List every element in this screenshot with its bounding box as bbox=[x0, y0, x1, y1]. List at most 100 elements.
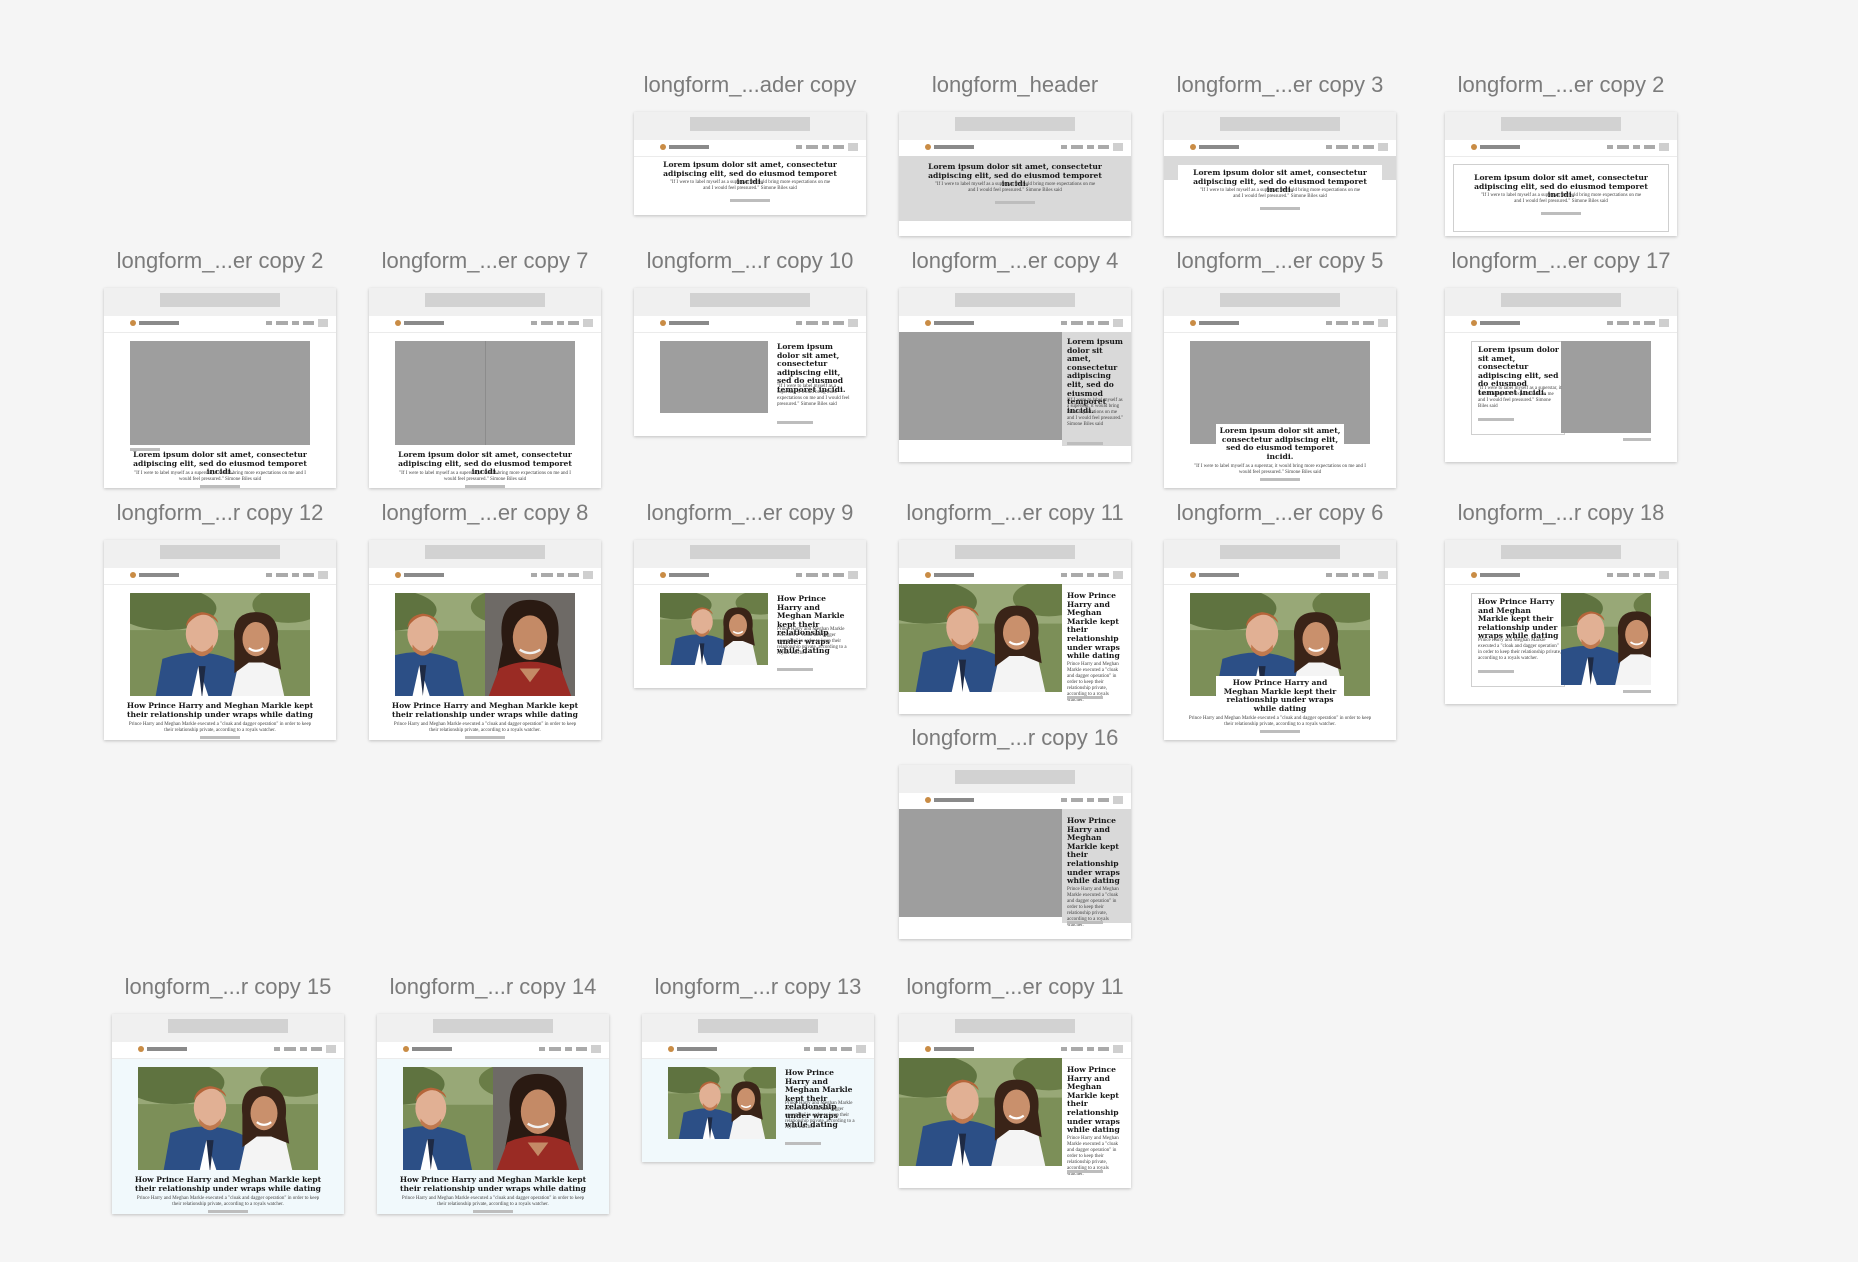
nav-links bbox=[1326, 143, 1388, 151]
site-nav bbox=[899, 568, 1131, 585]
artboard-image-full-panel[interactable]: Lorem ipsum dolor sit amet, consectetur … bbox=[899, 288, 1131, 462]
artboard-image-top-split[interactable]: How Prince Harry and Meghan Markle kept … bbox=[377, 1014, 609, 1214]
artboard-label[interactable]: longform_header bbox=[889, 70, 1141, 100]
artboard-label[interactable]: longform_...r copy 18 bbox=[1435, 498, 1687, 528]
artboard-image-top[interactable]: How Prince Harry and Meghan Markle kept … bbox=[112, 1014, 344, 1214]
hero-photo bbox=[138, 1067, 318, 1170]
artboard-label[interactable]: longform_...r copy 12 bbox=[94, 498, 346, 528]
nav-links bbox=[539, 1045, 601, 1053]
article-dek: "If I were to label myself as a supersta… bbox=[669, 180, 831, 191]
nav-links bbox=[531, 319, 593, 327]
browser-chrome bbox=[104, 540, 336, 568]
author-byline bbox=[777, 668, 813, 671]
artboard-image-top-split[interactable]: Lorem ipsum dolor sit amet, consectetur … bbox=[369, 288, 601, 488]
article-dek: Prince Harry and Meghan Markle executed … bbox=[393, 722, 577, 733]
artboard-label[interactable]: longform_...er copy 3 bbox=[1154, 70, 1406, 100]
artboard-label[interactable]: longform_...er copy 17 bbox=[1435, 246, 1687, 276]
artboard-gray-band[interactable]: Lorem ipsum dolor sit amet, consectetur … bbox=[899, 112, 1131, 236]
artboard-image-card-overlap[interactable]: How Prince Harry and Meghan Markle kept … bbox=[1164, 540, 1396, 740]
logo-icon bbox=[660, 320, 712, 326]
article-dek: Prince Harry and Meghan Markle executed … bbox=[1188, 716, 1372, 727]
hero-photo-left bbox=[395, 593, 485, 696]
author-byline bbox=[1478, 670, 1514, 673]
artboard-image-full-panel[interactable]: How Prince Harry and Meghan Markle kept … bbox=[899, 765, 1131, 939]
artboard-outlined-box[interactable]: Lorem ipsum dolor sit amet, consectetur … bbox=[1445, 112, 1677, 236]
article-title: How Prince Harry and Meghan Markle kept … bbox=[1223, 678, 1337, 713]
nav-links bbox=[796, 571, 858, 579]
address-bar bbox=[160, 545, 280, 559]
author-byline bbox=[777, 421, 813, 424]
artboard-label[interactable]: longform_...er copy 4 bbox=[889, 246, 1141, 276]
artboard-card-image-right[interactable]: How Prince Harry and Meghan Markle kept … bbox=[1445, 540, 1677, 704]
logo-icon bbox=[130, 572, 182, 578]
artboard-image-full-panel[interactable]: How Prince Harry and Meghan Markle kept … bbox=[899, 540, 1131, 714]
browser-chrome bbox=[899, 1014, 1131, 1042]
browser-chrome bbox=[1164, 112, 1396, 140]
address-bar bbox=[1501, 293, 1621, 307]
browser-chrome bbox=[112, 1014, 344, 1042]
hero-photo-right bbox=[493, 1067, 583, 1170]
site-nav bbox=[899, 1042, 1131, 1059]
artboard-text-only[interactable]: Lorem ipsum dolor sit amet, consectetur … bbox=[634, 112, 866, 215]
image-placeholder bbox=[660, 341, 768, 413]
browser-chrome bbox=[377, 1014, 609, 1042]
author-byline bbox=[465, 485, 505, 488]
artboard-image-full-panel[interactable]: How Prince Harry and Meghan Markle kept … bbox=[899, 1014, 1131, 1188]
artboard-label[interactable]: longform_...r copy 10 bbox=[624, 246, 876, 276]
artboard-label[interactable]: longform_...er copy 11 bbox=[889, 498, 1141, 528]
logo-icon bbox=[668, 1046, 720, 1052]
artboard-label[interactable]: longform_...r copy 16 bbox=[889, 723, 1141, 753]
artboard-image-top-split[interactable]: How Prince Harry and Meghan Markle kept … bbox=[369, 540, 601, 740]
image-placeholder bbox=[130, 341, 310, 445]
artboard-label[interactable]: longform_...er copy 5 bbox=[1154, 246, 1406, 276]
address-bar bbox=[955, 117, 1075, 131]
artboard-image-left[interactable]: How Prince Harry and Meghan Markle kept … bbox=[642, 1014, 874, 1162]
hero-photo bbox=[1561, 593, 1651, 685]
nav-links bbox=[1326, 319, 1388, 327]
browser-chrome bbox=[104, 288, 336, 316]
artboard-label[interactable]: longform_...er copy 2 bbox=[1435, 70, 1687, 100]
artboard-label[interactable]: longform_...er copy 9 bbox=[624, 498, 876, 528]
artboard-label[interactable]: longform_...er copy 7 bbox=[359, 246, 611, 276]
browser-chrome bbox=[899, 112, 1131, 140]
author-byline bbox=[1260, 478, 1300, 481]
address-bar bbox=[160, 293, 280, 307]
nav-links bbox=[266, 319, 328, 327]
image-placeholder bbox=[1561, 341, 1651, 433]
artboard-label[interactable]: longform_...ader copy bbox=[624, 70, 876, 100]
artboard-label[interactable]: longform_...r copy 15 bbox=[102, 972, 354, 1002]
artboard-label[interactable]: longform_...er copy 6 bbox=[1154, 498, 1406, 528]
couple-photo-icon bbox=[138, 1067, 318, 1170]
address-bar bbox=[955, 1019, 1075, 1033]
artboard-label[interactable]: longform_...er copy 11 bbox=[889, 972, 1141, 1002]
author-byline bbox=[1260, 730, 1300, 733]
logo-icon bbox=[660, 572, 712, 578]
artboard-image-left[interactable]: How Prince Harry and Meghan Markle kept … bbox=[634, 540, 866, 688]
address-bar bbox=[1220, 293, 1340, 307]
artboard-image-card-overlap[interactable]: Lorem ipsum dolor sit amet, consectetur … bbox=[1164, 288, 1396, 488]
artboard-card-image-right[interactable]: Lorem ipsum dolor sit amet, consectetur … bbox=[1445, 288, 1677, 462]
artboard-image-top[interactable]: Lorem ipsum dolor sit amet, consectetur … bbox=[104, 288, 336, 488]
browser-chrome bbox=[369, 288, 601, 316]
site-nav bbox=[369, 316, 601, 333]
nav-links bbox=[796, 143, 858, 151]
logo-icon bbox=[1190, 320, 1242, 326]
article-title: Lorem ipsum dolor sit amet, consectetur … bbox=[1219, 426, 1341, 461]
author-byline bbox=[200, 485, 240, 488]
site-nav bbox=[1445, 140, 1677, 157]
artboard-image-left[interactable]: Lorem ipsum dolor sit amet, consectetur … bbox=[634, 288, 866, 436]
artboard-image-top[interactable]: How Prince Harry and Meghan Markle kept … bbox=[104, 540, 336, 740]
logo-icon bbox=[403, 1046, 455, 1052]
nav-links bbox=[1607, 319, 1669, 327]
artboard-white-card-on-gray[interactable]: Lorem ipsum dolor sit amet, consectetur … bbox=[1164, 112, 1396, 236]
site-nav bbox=[1445, 568, 1677, 585]
author-byline bbox=[1541, 212, 1581, 215]
nav-links bbox=[1326, 571, 1388, 579]
artboard-label[interactable]: longform_...er copy 2 bbox=[94, 246, 346, 276]
author-byline bbox=[200, 736, 240, 739]
logo-icon bbox=[138, 1046, 190, 1052]
artboard-label[interactable]: longform_...r copy 14 bbox=[367, 972, 619, 1002]
artboard-label[interactable]: longform_...er copy 8 bbox=[359, 498, 611, 528]
artboard-label[interactable]: longform_...r copy 13 bbox=[632, 972, 884, 1002]
address-bar bbox=[955, 293, 1075, 307]
